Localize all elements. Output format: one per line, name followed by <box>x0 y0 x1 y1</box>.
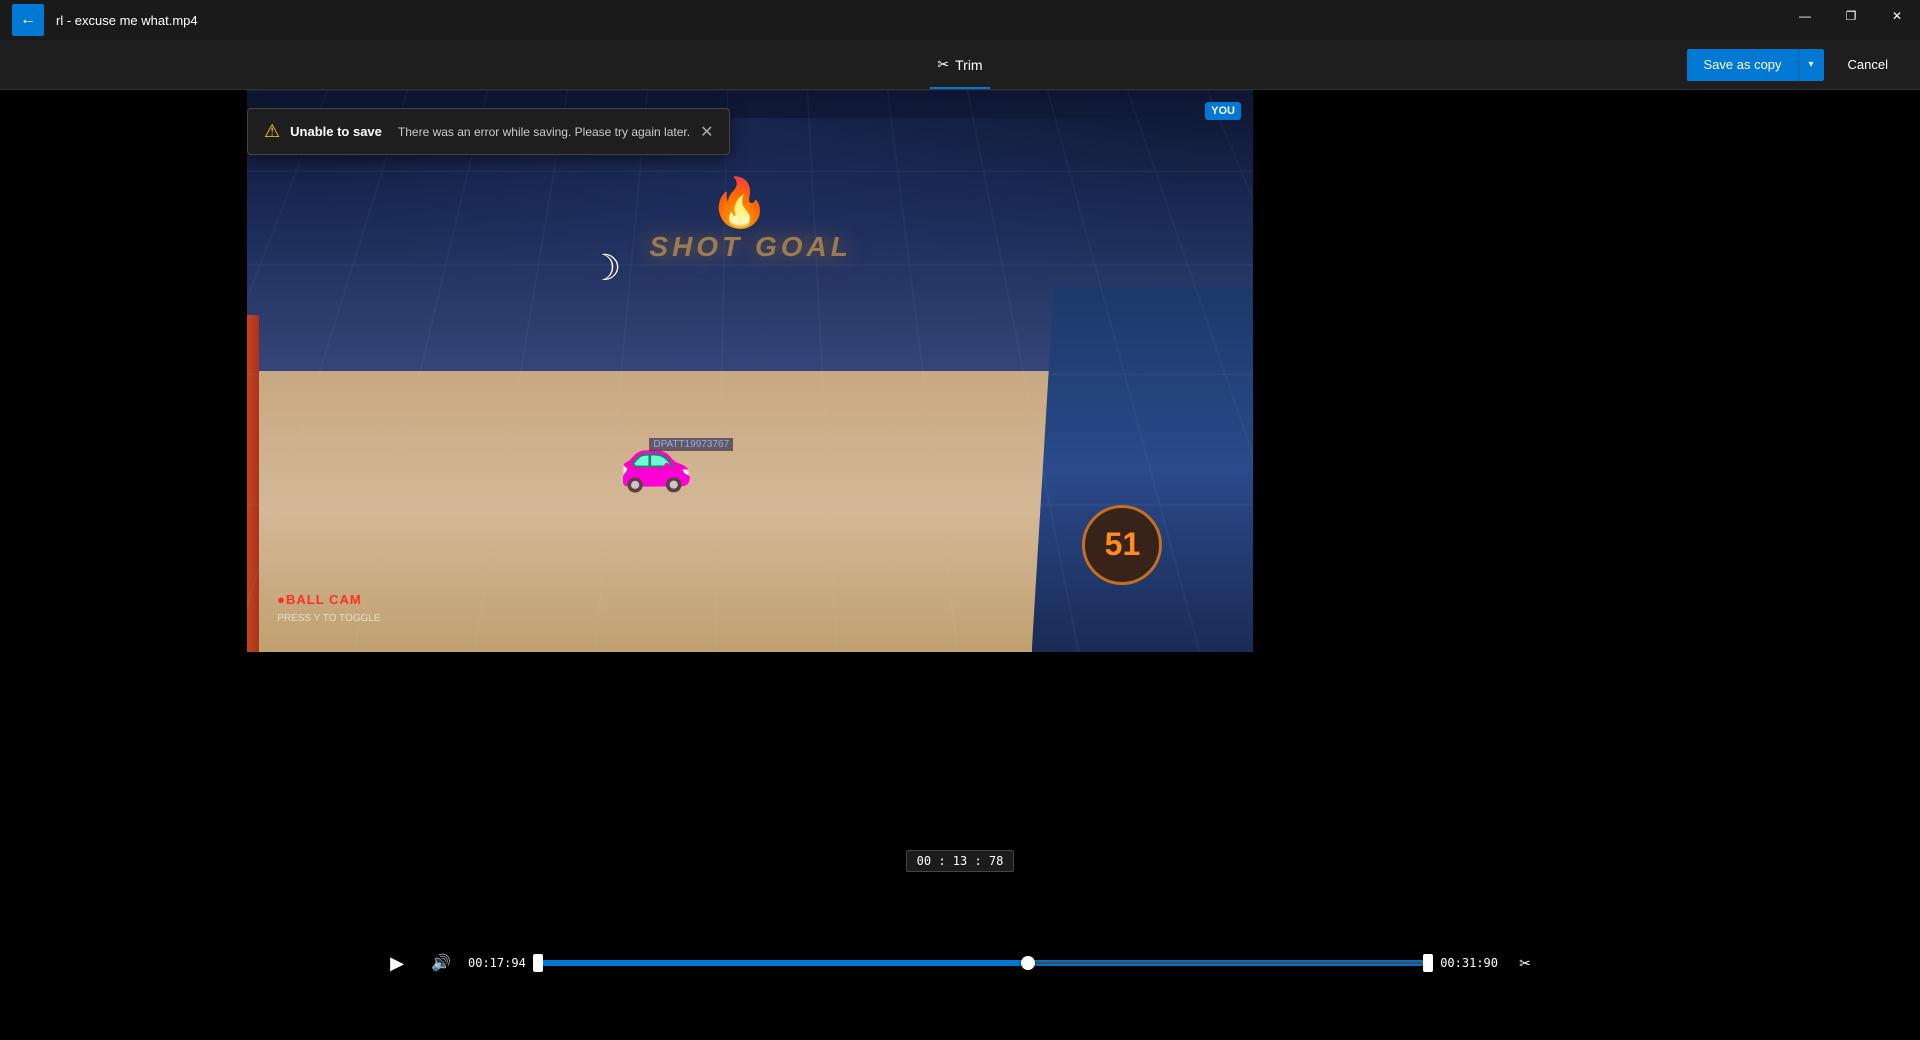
minimize-button[interactable]: — <box>1782 0 1828 32</box>
time-end: 00:31:90 <box>1440 956 1498 970</box>
toolbar: ✂ Trim Save as copy ▾ Cancel <box>0 40 1920 90</box>
close-button[interactable]: ✕ <box>1874 0 1920 32</box>
notification-message: There was an error while saving. Please … <box>398 125 690 139</box>
video-player: ☽ 🔥 SHOT GOAL 🚗 DPATT19973767 YOU 51 ●BA… <box>247 90 1253 652</box>
trim-start-handle[interactable] <box>533 954 543 972</box>
window-title: rl - excuse me what.mp4 <box>56 13 198 28</box>
playhead-handle[interactable] <box>1021 956 1035 970</box>
press-toggle-label: PRESS Y TO TOGGLE <box>277 613 380 624</box>
window-controls: — ❐ ✕ <box>1782 0 1920 32</box>
dropdown-chevron-icon: ▾ <box>1809 59 1814 70</box>
video-frame: ☽ 🔥 SHOT GOAL 🚗 DPATT19973767 YOU 51 ●BA… <box>247 90 1253 652</box>
trim-text: Trim <box>955 57 982 73</box>
progress-filled <box>538 960 1028 966</box>
save-copy-button[interactable]: Save as copy <box>1687 49 1797 81</box>
ball-cam-label: ●BALL CAM <box>277 592 362 607</box>
progress-track[interactable] <box>538 960 1428 966</box>
you-badge: YOU <box>1205 102 1241 120</box>
toolbar-right-actions: Save as copy ▾ Cancel <box>1687 49 1904 81</box>
trim-icon: ✂ <box>937 56 949 73</box>
trim-end-handle[interactable] <box>1423 954 1433 972</box>
titlebar: ← rl - excuse me what.mp4 — ❐ ✕ <box>0 0 1920 40</box>
fireball-icon: 🔥 <box>710 174 770 231</box>
back-icon: ← <box>20 11 36 29</box>
play-button[interactable]: ▶ <box>380 946 414 980</box>
score-circle: 51 <box>1082 505 1162 585</box>
play-icon: ▶ <box>390 953 404 974</box>
timeline-area: 00 : 13 : 78 <box>0 850 1920 880</box>
maximize-button[interactable]: ❐ <box>1828 0 1874 32</box>
notification-close-button[interactable]: ✕ <box>700 122 713 142</box>
save-dropdown-button[interactable]: ▾ <box>1798 49 1824 81</box>
volume-icon: 🔊 <box>431 953 451 973</box>
cancel-button[interactable]: Cancel <box>1832 49 1904 81</box>
car-icon: 🚗 <box>619 424 694 495</box>
player-label: DPATT19973767 <box>649 438 733 451</box>
warning-icon: ⚠ <box>264 121 280 142</box>
time-tooltip: 00 : 13 : 78 <box>906 850 1015 872</box>
volume-button[interactable]: 🔊 <box>426 948 456 978</box>
trim-tool-label: ✂ Trim <box>937 56 982 73</box>
shot-goal-text: SHOT GOAL <box>649 231 851 263</box>
clip-icon: ✂ <box>1519 955 1531 972</box>
trim-underline <box>930 87 990 89</box>
notification-title: Unable to save <box>290 124 382 139</box>
clip-button[interactable]: ✂ <box>1510 948 1540 978</box>
time-start: 00:17:94 <box>468 956 526 970</box>
back-button[interactable]: ← <box>12 4 44 36</box>
error-notification: ⚠ Unable to save There was an error whil… <box>247 108 730 155</box>
moon-icon: ☽ <box>589 247 621 289</box>
controls-row: ▶ 🔊 00:17:94 00:31:90 ✂ <box>0 946 1920 980</box>
